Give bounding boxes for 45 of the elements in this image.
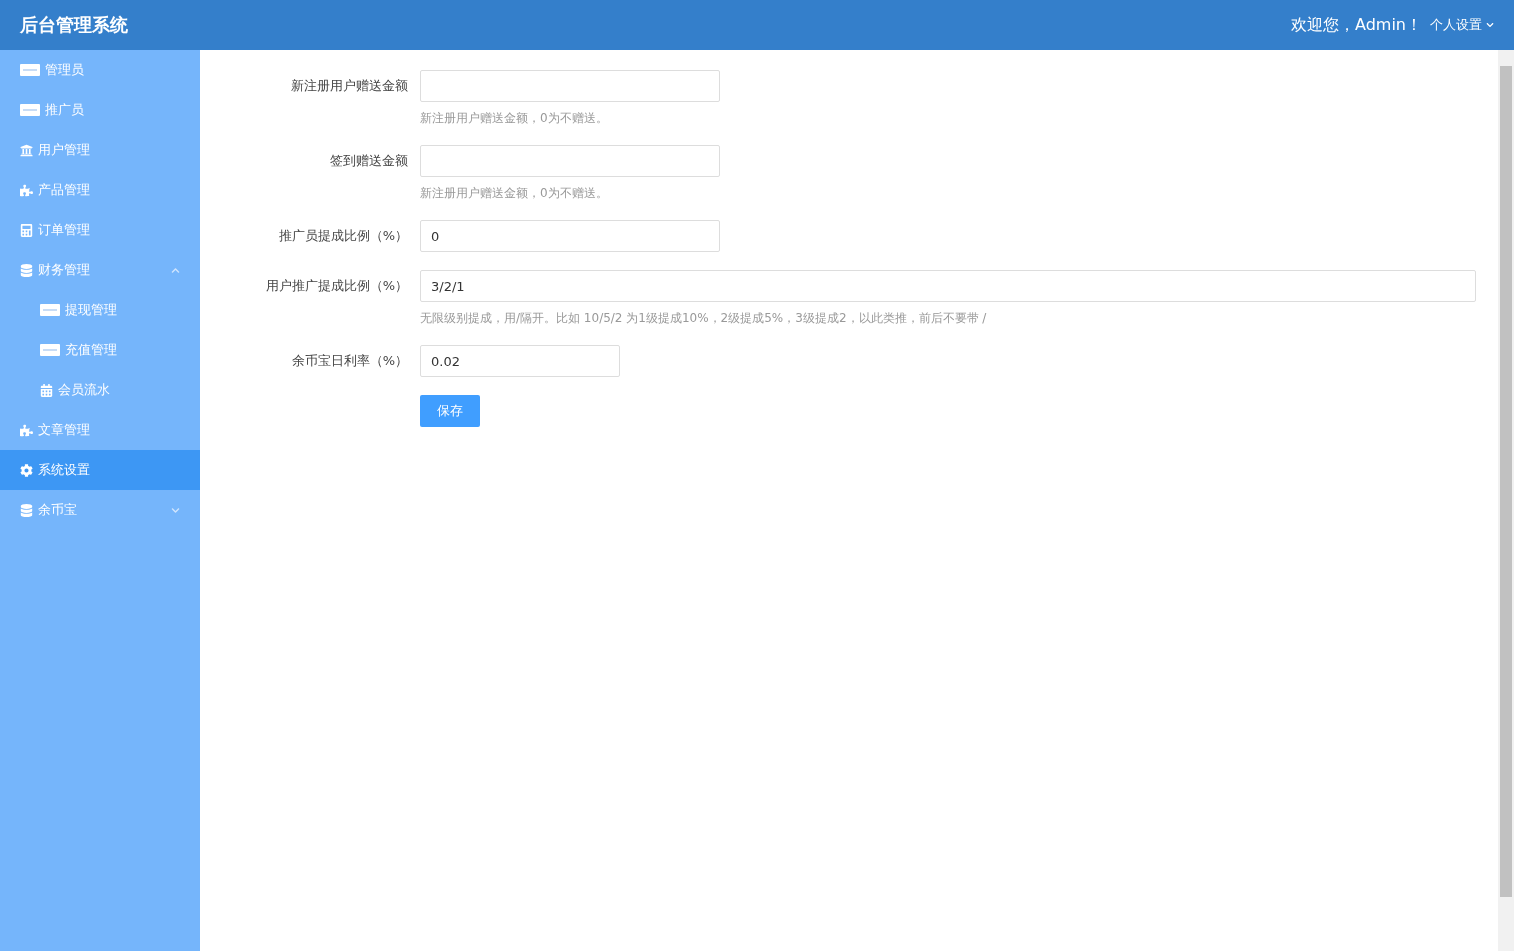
settings-icon — [20, 463, 33, 477]
input-field[interactable]: 0 — [420, 220, 720, 252]
sidebar-item[interactable]: 余币宝 — [0, 490, 200, 530]
sidebar-item[interactable]: 管理员 — [0, 50, 200, 90]
sidebar-item[interactable]: 用户管理 — [0, 130, 200, 170]
sidebar-item[interactable]: 订单管理 — [0, 210, 200, 250]
input-field[interactable] — [420, 145, 720, 177]
field-label: 余币宝日利率（%） — [290, 352, 409, 370]
sidebar-item[interactable]: 系统设置 — [0, 450, 200, 490]
chevron-down-icon — [1486, 21, 1494, 29]
sidebar-item[interactable]: 充值管理 — [0, 330, 200, 370]
save-button[interactable]: 保存 — [420, 395, 480, 427]
input-field[interactable] — [420, 70, 720, 102]
field-hint: 新注册用户赠送金额，0为不赠送。 — [420, 110, 609, 127]
app-title: 后台管理系统 — [20, 13, 128, 37]
field-hint: 无限级别提成，用/隔开。比如 10/5/2 为1级提成10%，2级提成5%，3级提成2，以此类推，前后不要带 / — [420, 310, 988, 327]
field-label: 用户推广提成比例（%） — [264, 277, 409, 295]
database-icon — [20, 263, 33, 277]
sidebar-item[interactable]: 会员流水 — [0, 370, 200, 410]
card-icon — [20, 104, 40, 116]
puzzle-icon — [20, 183, 33, 197]
field-label: 新注册用户赠送金额 — [290, 77, 409, 95]
card-icon — [40, 344, 60, 356]
field-label: 推广员提成比例（%） — [277, 227, 409, 245]
settings-menu-link[interactable]: 个人设置 — [1430, 16, 1494, 34]
welcome-text: 欢迎您，Admin！ — [1291, 14, 1422, 36]
bank-icon — [20, 143, 33, 157]
calculator-icon — [20, 223, 33, 237]
field-hint: 新注册用户赠送金额，0为不赠送。 — [420, 185, 609, 202]
input-field[interactable]: 3/2/1 — [420, 270, 1476, 302]
sidebar-item[interactable]: 推广员 — [0, 90, 200, 130]
puzzle-icon — [20, 423, 33, 437]
sidebar-item[interactable]: 文章管理 — [0, 410, 200, 450]
input-field[interactable]: 0.02 — [420, 345, 620, 377]
sidebar-item[interactable]: 财务管理 — [0, 250, 200, 290]
sidebar-item[interactable]: 产品管理 — [0, 170, 200, 210]
scrollbar[interactable] — [1498, 50, 1514, 951]
field-label: 签到赠送金额 — [329, 152, 409, 170]
calendar-icon — [40, 383, 53, 397]
chevron-up-icon — [171, 265, 180, 275]
database-icon — [20, 503, 33, 517]
sidebar-item[interactable]: 提现管理 — [0, 290, 200, 330]
chevron-down-icon — [171, 505, 180, 515]
card-icon — [40, 304, 60, 316]
card-icon — [20, 64, 40, 76]
